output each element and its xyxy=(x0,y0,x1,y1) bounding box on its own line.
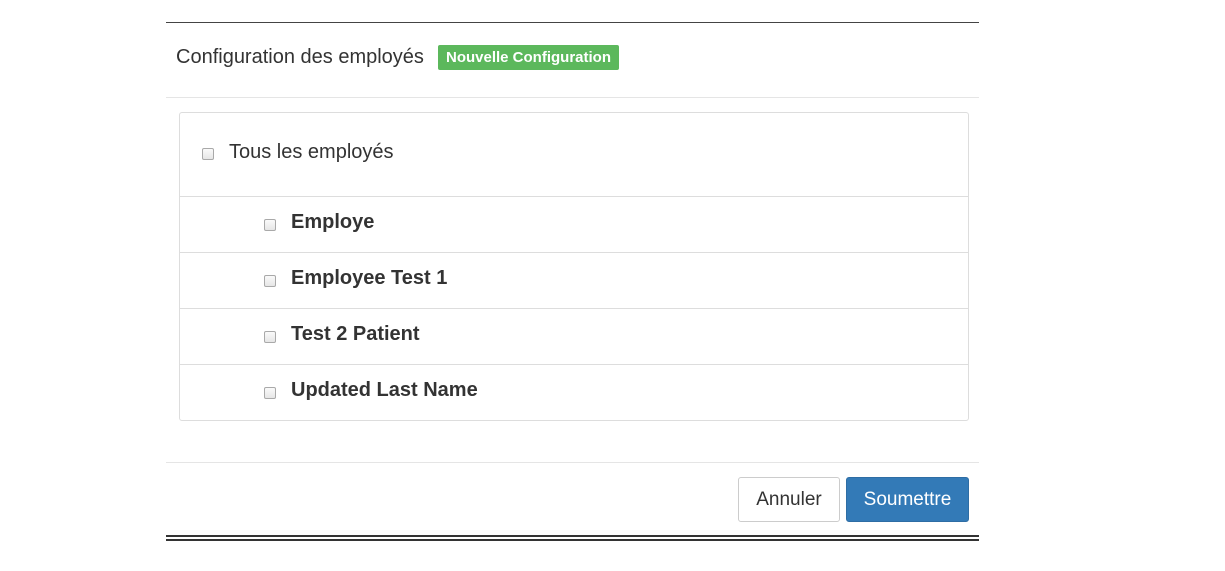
employee-checkbox[interactable] xyxy=(264,387,276,399)
modal-footer: Annuler Soumettre xyxy=(166,462,979,536)
employee-config-modal: Configuration des employés Nouvelle Conf… xyxy=(166,22,979,542)
employee-label: Test 2 Patient xyxy=(291,323,420,345)
status-badge: Nouvelle Configuration xyxy=(438,45,619,70)
list-item[interactable]: Employe xyxy=(180,197,968,253)
employee-label: Employee Test 1 xyxy=(291,267,448,289)
employee-label: Employe xyxy=(291,211,375,233)
list-item[interactable]: Updated Last Name xyxy=(180,365,968,420)
bottom-divider xyxy=(166,535,979,537)
modal-title: Configuration des employés xyxy=(176,46,424,68)
list-item[interactable]: Test 2 Patient xyxy=(180,309,968,365)
select-all-label: Tous les employés xyxy=(229,141,394,163)
submit-button[interactable]: Soumettre xyxy=(846,477,969,522)
bottom-divider xyxy=(166,539,979,541)
employee-checkbox[interactable] xyxy=(264,331,276,343)
employee-label: Updated Last Name xyxy=(291,379,478,401)
cancel-button[interactable]: Annuler xyxy=(738,477,840,522)
select-all-row[interactable]: Tous les employés xyxy=(180,113,968,197)
employee-list-panel: Tous les employés Employe Employee Test … xyxy=(179,112,969,421)
employee-checkbox[interactable] xyxy=(264,219,276,231)
modal-header: Configuration des employés Nouvelle Conf… xyxy=(166,23,979,98)
select-all-checkbox[interactable] xyxy=(202,148,214,160)
employee-checkbox[interactable] xyxy=(264,275,276,287)
list-item[interactable]: Employee Test 1 xyxy=(180,253,968,309)
